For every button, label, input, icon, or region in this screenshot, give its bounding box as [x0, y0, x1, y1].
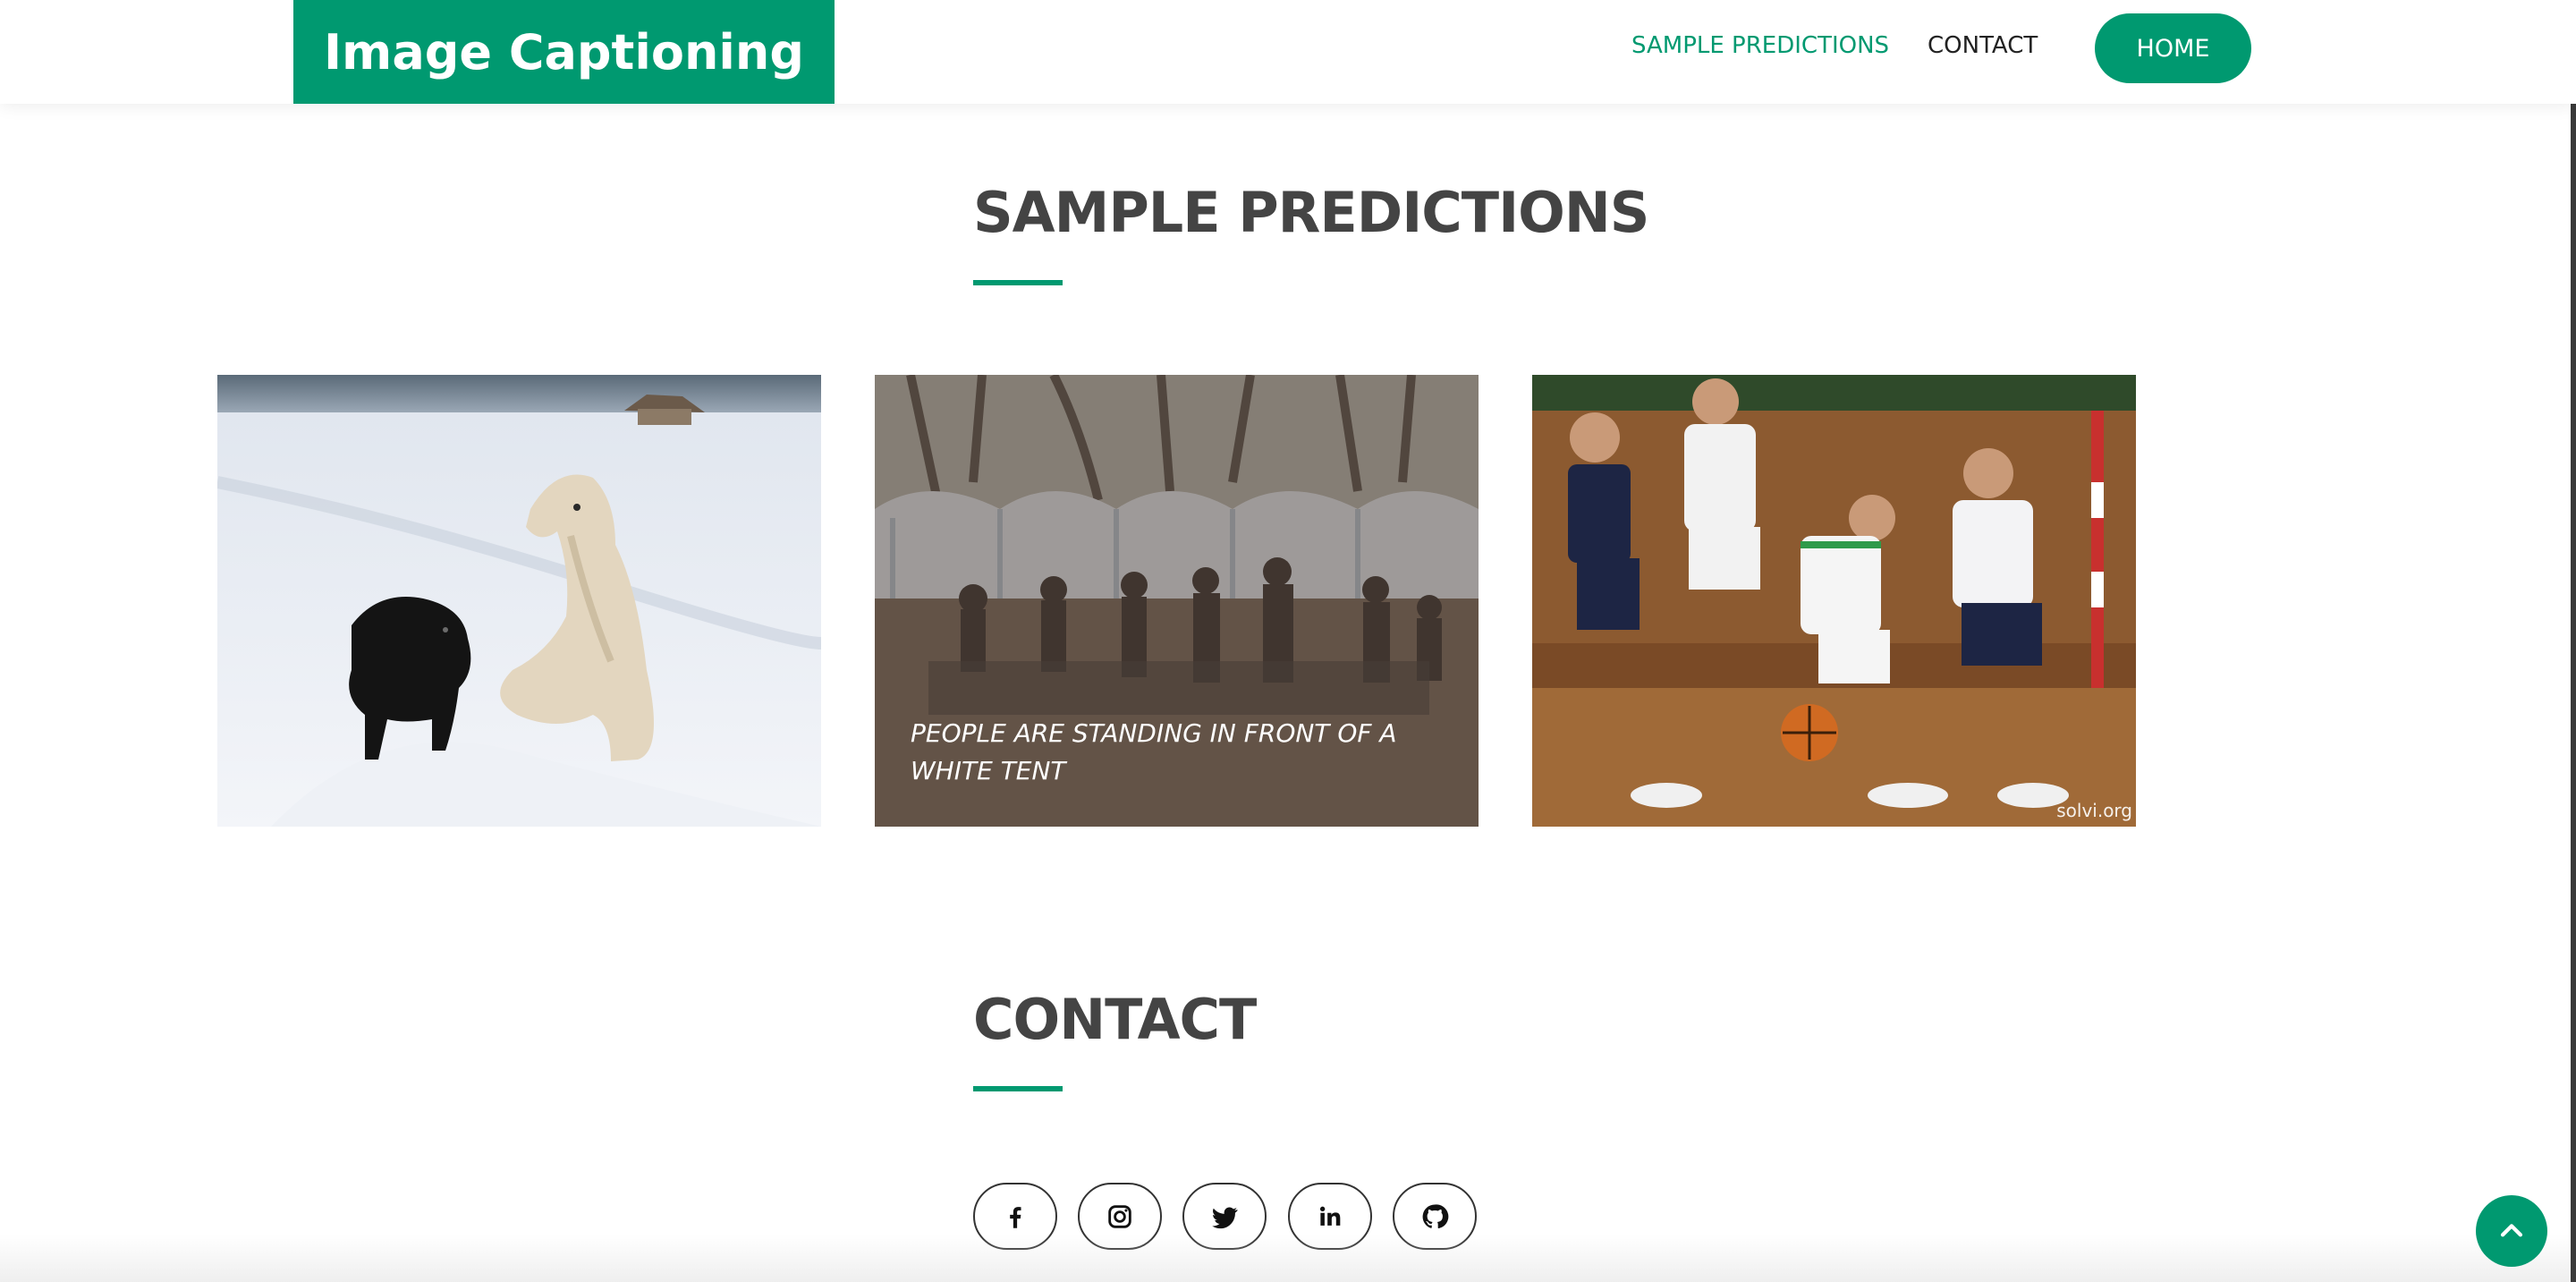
image-watermark: solvi.org — [2056, 800, 2132, 821]
section-title-contact: CONTACT — [973, 987, 1257, 1052]
bottom-shadow — [0, 1235, 2576, 1282]
prediction-card-1[interactable] — [217, 375, 821, 827]
section-title-underline — [973, 1086, 1063, 1091]
dogs-in-snow-image — [217, 375, 821, 827]
section-title-predictions: SAMPLE PREDICTIONS — [973, 180, 1649, 245]
chevron-up-icon — [2500, 1224, 2523, 1237]
site-header: Image Captioning SAMPLE PREDICTIONS CONT… — [0, 0, 2576, 104]
basketball-players-image — [1532, 375, 2136, 827]
back-to-top-button[interactable] — [2476, 1195, 2547, 1267]
window-edge — [2571, 0, 2576, 1282]
site-logo[interactable]: Image Captioning — [293, 0, 835, 104]
nav-sample-predictions[interactable]: SAMPLE PREDICTIONS — [1631, 32, 1889, 59]
prediction-card-3[interactable]: solvi.org — [1532, 375, 2136, 827]
section-title-underline — [973, 280, 1063, 285]
nav-home-button[interactable]: HOME — [2095, 13, 2251, 83]
facebook-icon — [1010, 1206, 1021, 1228]
nav-contact[interactable]: CONTACT — [1928, 32, 2038, 59]
prediction-card-2[interactable]: PEOPLE ARE STANDING IN FRONT OF A WHITE … — [875, 375, 1479, 827]
linkedin-icon — [1319, 1206, 1341, 1226]
prediction-caption: PEOPLE ARE STANDING IN FRONT OF A WHITE … — [911, 718, 1397, 785]
github-icon — [1422, 1203, 1449, 1228]
instagram-icon — [1108, 1204, 1131, 1228]
twitter-icon — [1212, 1207, 1238, 1228]
